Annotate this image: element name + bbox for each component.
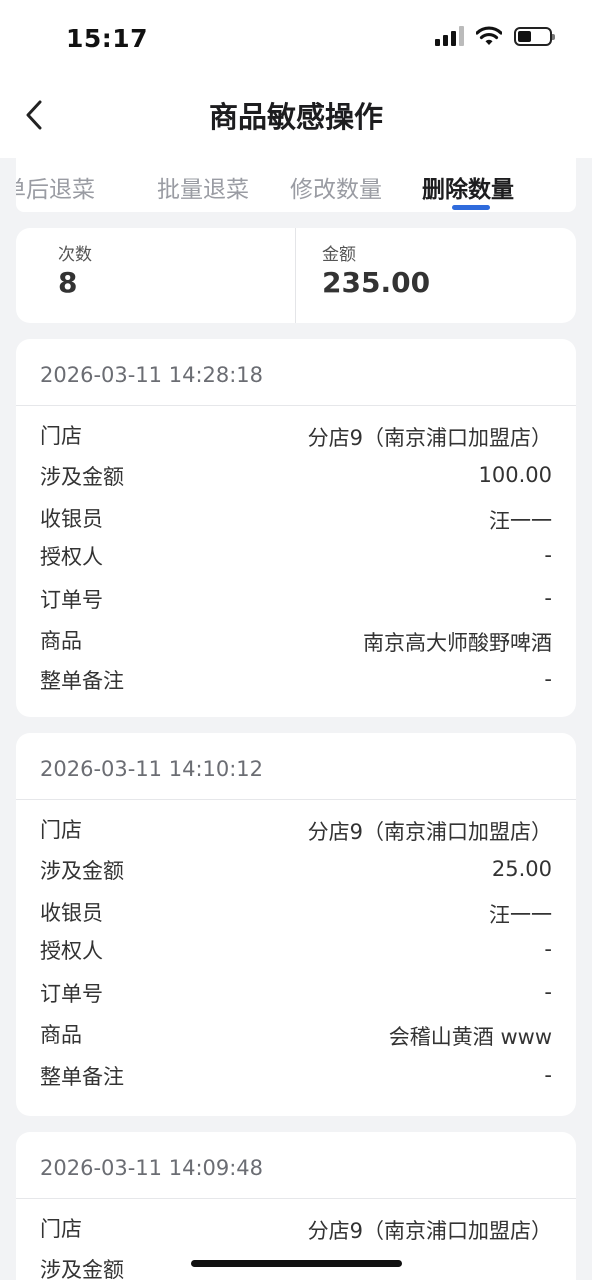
active-tab-indicator <box>452 205 490 210</box>
store-value: 分店9（南京浦口加盟店） <box>307 820 552 844</box>
authorizer-label: 授权人 <box>40 545 103 569</box>
product-row: 商品 南京高大师酸野啤酒 <box>40 625 552 655</box>
store-value: 分店9（南京浦口加盟店） <box>307 426 552 450</box>
amount-row-value: 25.00 <box>491 857 552 881</box>
cashier-row: 收银员 汪一一 <box>40 897 552 927</box>
product-label: 商品 <box>40 629 82 653</box>
order-number-value: - <box>544 980 552 1004</box>
authorizer-value: - <box>544 543 552 567</box>
wifi-icon <box>476 26 502 45</box>
cashier-label: 收银员 <box>40 507 103 531</box>
record-card[interactable]: 2026-03-11 14:28:18 门店 分店9（南京浦口加盟店） 涉及金额… <box>16 339 576 717</box>
store-label: 门店 <box>40 424 82 448</box>
record-card[interactable]: 2026-03-11 14:10:12 门店 分店9（南京浦口加盟店） 涉及金额… <box>16 733 576 1116</box>
record-time: 2026-03-11 14:10:12 <box>40 757 264 781</box>
amount-row: 涉及金额 100.00 <box>40 461 552 491</box>
product-row: 商品 会稽山黄酒 www <box>40 1019 552 1049</box>
record-time: 2026-03-11 14:28:18 <box>40 363 264 387</box>
home-indicator[interactable] <box>191 1260 402 1267</box>
product-label: 商品 <box>40 1023 82 1047</box>
authorizer-value: - <box>544 937 552 961</box>
page-title: 商品敏感操作 <box>208 100 383 134</box>
amount-value: 235.00 <box>322 266 431 299</box>
order-number-label: 订单号 <box>40 982 103 1006</box>
tab-modify-quantity[interactable]: 修改数量 <box>290 170 382 204</box>
store-value: 分店9（南京浦口加盟店） <box>307 1219 552 1243</box>
store-row: 门店 分店9（南京浦口加盟店） <box>40 420 552 450</box>
product-value: 南京高大师酸野啤酒 <box>363 631 552 655</box>
summary-card: 次数 8 金额 235.00 <box>16 228 576 323</box>
amount-row-value: 100.00 <box>478 463 552 487</box>
record-header: 2026-03-11 14:09:48 <box>16 1132 576 1199</box>
tab-single-return[interactable]: 单后退菜 <box>16 170 95 204</box>
tab-delete-quantity[interactable]: 删除数量 <box>422 170 514 204</box>
order-number-value: - <box>544 586 552 610</box>
amount-row-label: 涉及金额 <box>40 465 124 489</box>
cashier-value: 汪一一 <box>489 509 552 533</box>
count-label: 次数 <box>58 245 92 265</box>
authorizer-row: 授权人 - <box>40 541 552 571</box>
authorizer-row: 授权人 - <box>40 935 552 965</box>
cashier-label: 收银员 <box>40 901 103 925</box>
amount-row: 涉及金额 <box>40 1254 552 1280</box>
order-number-row: 订单号 - <box>40 584 552 614</box>
tab-batch-return[interactable]: 批量退菜 <box>157 170 249 204</box>
store-row: 门店 分店9（南京浦口加盟店） <box>40 1213 552 1243</box>
product-value: 会稽山黄酒 www <box>388 1025 552 1049</box>
amount-label: 金额 <box>322 245 356 265</box>
order-remark-label: 整单备注 <box>40 669 124 693</box>
status-icons <box>435 26 555 46</box>
cashier-value: 汪一一 <box>489 903 552 927</box>
order-number-label: 订单号 <box>40 588 103 612</box>
order-remark-row: 整单备注 - <box>40 1061 552 1091</box>
nav-bar: 商品敏感操作 <box>0 80 592 158</box>
cellular-signal-icon <box>435 26 464 46</box>
authorizer-label: 授权人 <box>40 939 103 963</box>
store-label: 门店 <box>40 1217 82 1241</box>
battery-icon <box>514 27 555 46</box>
order-remark-label: 整单备注 <box>40 1065 124 1089</box>
amount-row: 涉及金额 25.00 <box>40 855 552 885</box>
order-remark-value: - <box>544 1063 552 1087</box>
order-remark-value: - <box>544 667 552 691</box>
store-row: 门店 分店9（南京浦口加盟店） <box>40 814 552 844</box>
order-number-row: 订单号 - <box>40 978 552 1008</box>
amount-row-label: 涉及金额 <box>40 1258 124 1280</box>
tab-bar: 单后退菜 批量退菜 修改数量 删除数量 <box>16 158 576 212</box>
status-time: 15:17 <box>66 24 149 53</box>
count-value: 8 <box>58 266 78 299</box>
order-remark-row: 整单备注 - <box>40 665 552 695</box>
summary-divider <box>295 228 296 323</box>
store-label: 门店 <box>40 818 82 842</box>
record-card[interactable]: 2026-03-11 14:09:48 门店 分店9（南京浦口加盟店） 涉及金额 <box>16 1132 576 1280</box>
status-bar: 15:17 <box>0 0 592 80</box>
cashier-row: 收银员 汪一一 <box>40 503 552 533</box>
record-header: 2026-03-11 14:28:18 <box>16 339 576 406</box>
amount-row-label: 涉及金额 <box>40 859 124 883</box>
record-time: 2026-03-11 14:09:48 <box>40 1156 264 1180</box>
record-header: 2026-03-11 14:10:12 <box>16 733 576 800</box>
